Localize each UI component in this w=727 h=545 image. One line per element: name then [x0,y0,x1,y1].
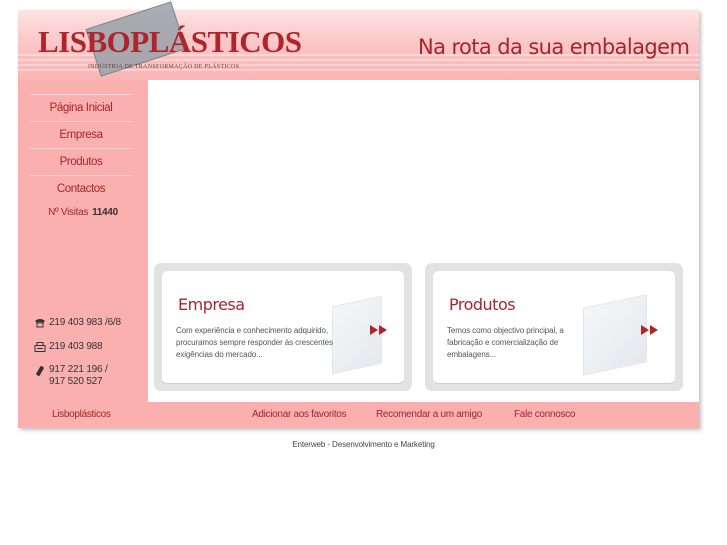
card-produtos-arrow-icon[interactable] [639,323,661,337]
recommend-link[interactable]: Recomendar a um amigo [376,402,482,428]
card-empresa-body: Empresa Com experiência e conhecimento a… [162,271,404,384]
mobile-icon [34,366,46,376]
add-favorites-link[interactable]: Adicionar aos favoritos [252,402,347,428]
nav-item-produtos[interactable]: Produtos [30,148,132,175]
card-empresa-arrow-icon[interactable] [368,323,390,337]
card-produtos-decoration [583,294,647,376]
footer: Lisboplásticos Adicionar aos favoritos R… [18,402,699,428]
logo-subtitle: INDÚSTRIA DE TRANSFORMAÇÃO DE PLÁSTICOS [88,64,240,70]
phone-number: 219 403 983 /6/8 [49,317,121,328]
phone-icon [34,318,46,328]
visits-label: Nº Visitas [48,207,89,218]
visits-count: 11440 [92,207,118,218]
sidebar-nav: Página Inicial Empresa Produtos Contacto… [30,94,132,202]
contact-us-link[interactable]: Fale connosco [514,402,575,428]
credit-link[interactable]: Enterweb - Desenvolvimento e Marketing [0,440,727,449]
main-content: Empresa Com experiência e conhecimento a… [148,80,699,402]
nav-item-contactos[interactable]: Contactos [30,175,132,202]
footer-brand[interactable]: Lisboplásticos [52,402,111,428]
nav-item-pagina-inicial[interactable]: Página Inicial [30,94,132,121]
visit-counter: Nº Visitas 11440 [18,207,148,218]
card-produtos-text: Temos como objectivo principal, a fabric… [447,326,564,359]
contact-mobile: 917 221 196 /917 520 527 [34,364,108,388]
card-produtos: Produtos Temos como objectivo principal,… [425,263,683,391]
contact-phone: 219 403 983 /6/8 [34,317,121,328]
page-frame: LISBOPLÁSTICOS INDÚSTRIA DE TRANSFORMAÇÃ… [18,1,699,428]
mobile-numbers: 917 221 196 /917 520 527 [49,364,108,388]
tagline: Na rota da sua embalagem [418,35,690,59]
nav-item-empresa[interactable]: Empresa [30,121,132,148]
sidebar: Página Inicial Empresa Produtos Contacto… [18,80,148,402]
card-produtos-body: Produtos Temos como objectivo principal,… [433,271,675,384]
fax-number: 219 403 988 [49,341,103,352]
card-empresa: Empresa Com experiência e conhecimento a… [154,263,412,391]
header: LISBOPLÁSTICOS INDÚSTRIA DE TRANSFORMAÇÃ… [18,1,699,80]
fax-icon [34,341,46,352]
mobile-number-2: 917 520 527 [49,376,103,387]
mobile-number-1: 917 221 196 / [49,364,108,375]
card-empresa-title[interactable]: Empresa [178,295,245,314]
card-empresa-text: Com experiência e conhecimento adquirido… [176,326,333,359]
logo[interactable]: LISBOPLÁSTICOS [38,26,302,57]
card-produtos-title[interactable]: Produtos [449,295,516,314]
contact-fax: 219 403 988 [34,341,103,352]
